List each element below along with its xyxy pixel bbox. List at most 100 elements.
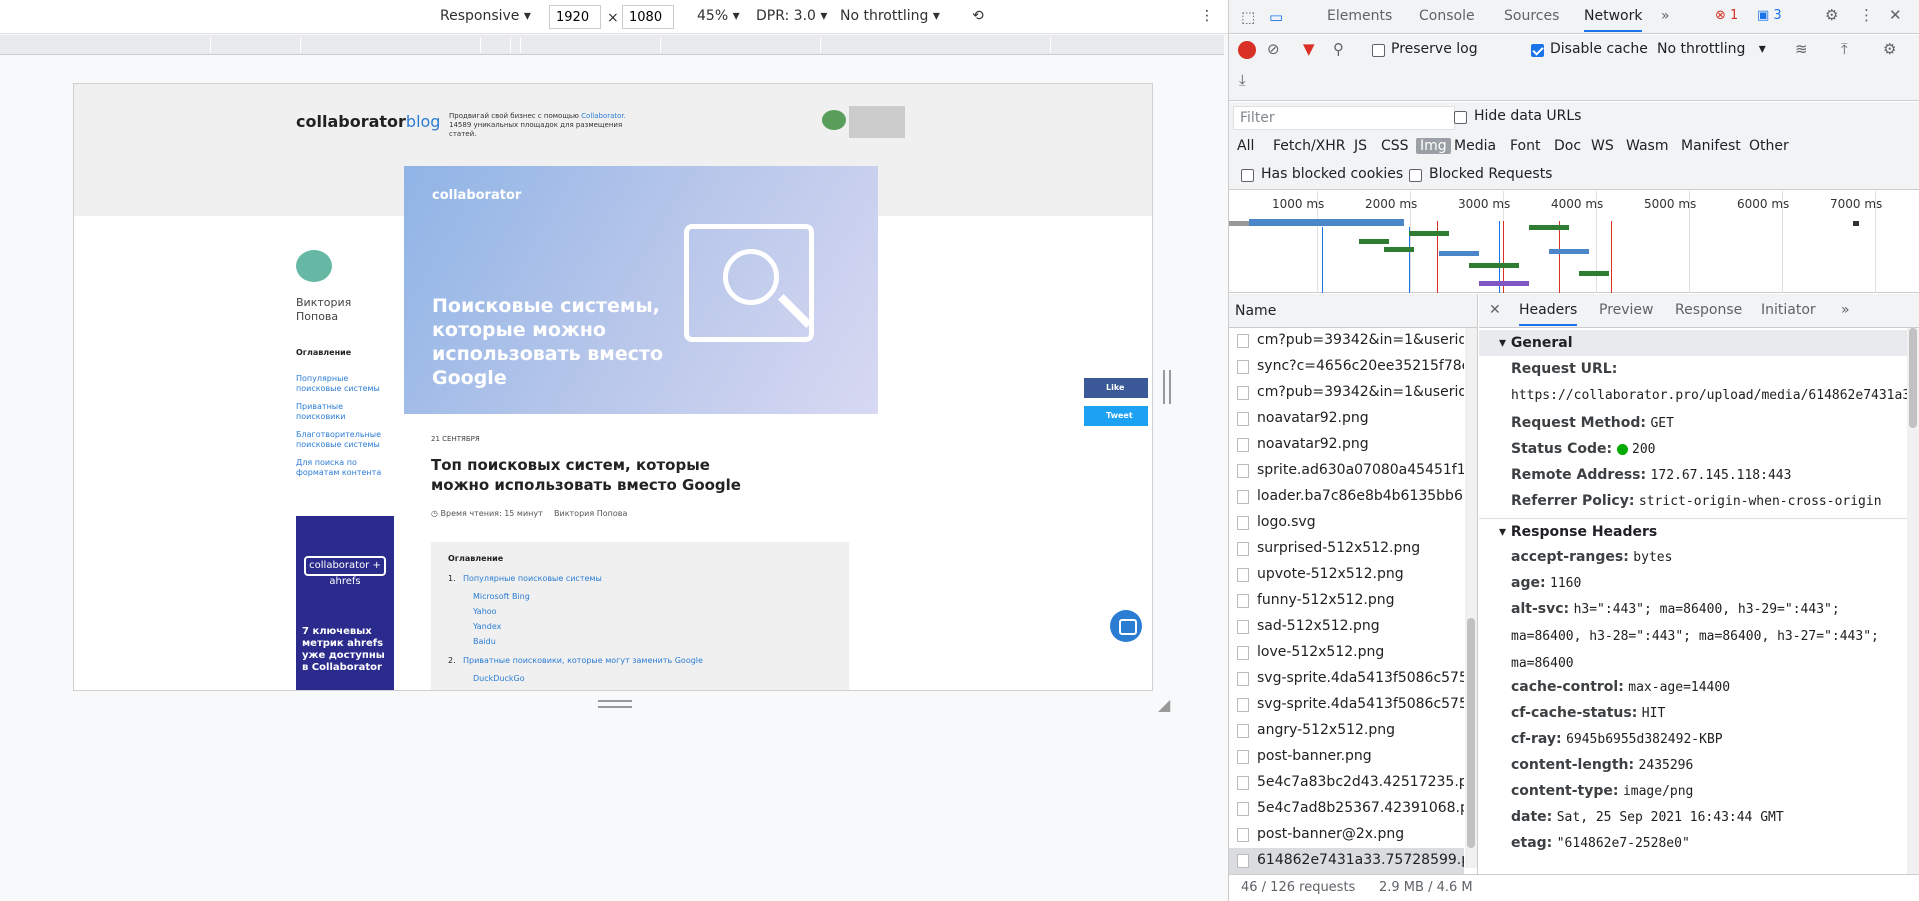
request-list-scrollbar[interactable]: [1465, 328, 1477, 868]
dpr-select[interactable]: DPR: 3.0 ▾: [756, 8, 827, 24]
device-toggle-icon[interactable]: ▭: [1269, 8, 1283, 26]
width-input[interactable]: [549, 5, 601, 29]
height-input[interactable]: [622, 5, 674, 29]
rotate-icon[interactable]: ⟲: [972, 8, 984, 24]
inspect-element-icon[interactable]: ⬚: [1241, 8, 1255, 26]
facebook-like-button[interactable]: Like: [1084, 378, 1148, 398]
throttling-select[interactable]: No throttling ▾: [1657, 41, 1766, 57]
network-conditions-icon[interactable]: ≋: [1795, 40, 1808, 58]
type-filter-img[interactable]: Img: [1416, 138, 1451, 154]
media-query-ruler[interactable]: [0, 35, 1224, 55]
request-row[interactable]: logo.svg: [1229, 510, 1464, 536]
preserve-log-checkbox[interactable]: [1372, 44, 1385, 57]
type-filter-font[interactable]: Font: [1510, 138, 1540, 154]
more-options-icon[interactable]: ⋮: [1200, 8, 1214, 24]
request-row[interactable]: angry-512x512.png: [1229, 718, 1464, 744]
request-row[interactable]: noavatar92.png: [1229, 432, 1464, 458]
request-row[interactable]: cm?pub=39342&in=1&userid: [1229, 328, 1464, 354]
request-row[interactable]: svg-sprite.4da5413f5086c575.: [1229, 666, 1464, 692]
toc-subitem[interactable]: Yandex: [473, 622, 501, 631]
request-row[interactable]: sad-512x512.png: [1229, 614, 1464, 640]
tab-network[interactable]: Network: [1584, 8, 1643, 32]
article-author[interactable]: Виктория Попова: [554, 509, 627, 518]
type-filter-doc[interactable]: Doc: [1554, 138, 1581, 154]
sidebar-toc-item[interactable]: Популярные поисковые системы: [296, 374, 391, 394]
blog-logo[interactable]: collaboratorblog: [296, 112, 440, 131]
tab-response[interactable]: Response: [1675, 302, 1742, 318]
resize-handle-right[interactable]: [1163, 370, 1171, 404]
request-row[interactable]: post-banner@2x.png: [1229, 822, 1464, 848]
request-row[interactable]: 614862e7431a33.75728599.pr: [1229, 848, 1464, 874]
network-timeline[interactable]: 1000 ms 2000 ms 3000 ms 4000 ms 5000 ms …: [1229, 191, 1919, 293]
errors-badge[interactable]: ⊗ 1: [1715, 8, 1738, 23]
more-detail-tabs-icon[interactable]: »: [1841, 302, 1850, 318]
request-row[interactable]: cm?pub=39342&in=1&userid: [1229, 380, 1464, 406]
request-row[interactable]: love-512x512.png: [1229, 640, 1464, 666]
sidebar-toc-item[interactable]: Приватные поисковики: [296, 402, 391, 422]
search-icon[interactable]: ⚲: [1333, 40, 1344, 58]
tab-initiator[interactable]: Initiator: [1761, 302, 1816, 318]
tab-elements[interactable]: Elements: [1327, 8, 1392, 24]
close-devtools-icon[interactable]: ✕: [1889, 6, 1902, 24]
user-avatar[interactable]: [822, 110, 846, 130]
throttle-select[interactable]: No throttling ▾: [840, 8, 940, 24]
tweet-button[interactable]: Tweet: [1084, 406, 1148, 426]
blocked-cookies-checkbox[interactable]: [1241, 169, 1254, 182]
request-row[interactable]: loader.ba7c86e8b4b6135bb6: [1229, 484, 1464, 510]
response-headers-section-header[interactable]: ▾ Response Headers: [1479, 518, 1919, 544]
type-filter-ws[interactable]: WS: [1591, 138, 1614, 154]
tab-console[interactable]: Console: [1419, 8, 1475, 24]
type-filter-css[interactable]: CSS: [1381, 138, 1409, 154]
request-row[interactable]: surprised-512x512.png: [1229, 536, 1464, 562]
disable-cache-checkbox[interactable]: [1531, 44, 1544, 57]
record-icon[interactable]: [1238, 41, 1256, 59]
request-row[interactable]: sync?c=4656c20ee35215f78e9: [1229, 354, 1464, 380]
ahrefs-ad-banner[interactable]: collaborator + ahrefs 7 ключевых метрик …: [296, 516, 394, 690]
type-filter-other[interactable]: Other: [1749, 138, 1789, 154]
sidebar-toc-item[interactable]: Благотворительные поисковые системы: [296, 430, 391, 450]
type-filter-fetch[interactable]: Fetch/XHR: [1273, 138, 1346, 154]
toc-item[interactable]: Популярные поисковые системы: [463, 574, 602, 583]
network-settings-icon[interactable]: ⚙: [1883, 40, 1896, 58]
toc-subitem[interactable]: Microsoft Bing: [473, 592, 530, 601]
toc-subitem[interactable]: Baidu: [473, 637, 496, 646]
name-column-header[interactable]: Name: [1229, 294, 1477, 328]
resize-corner-icon[interactable]: ◢: [1158, 695, 1170, 714]
export-har-icon[interactable]: ⤓: [1239, 71, 1246, 89]
author-name[interactable]: Виктория Попова: [296, 296, 376, 324]
details-scrollbar[interactable]: [1907, 328, 1919, 874]
toc-subitem[interactable]: Yahoo: [473, 607, 497, 616]
request-row[interactable]: post-banner.png: [1229, 744, 1464, 770]
request-row[interactable]: svg-sprite.4da5413f5086c575.: [1229, 692, 1464, 718]
filter-input[interactable]: Filter: [1233, 106, 1455, 130]
promo-link[interactable]: Collaborator.: [581, 112, 626, 120]
settings-icon[interactable]: ⚙: [1825, 6, 1838, 24]
zoom-select[interactable]: 45% ▾: [697, 8, 740, 24]
request-row[interactable]: 5e4c7ad8b25367.42391068.pr: [1229, 796, 1464, 822]
tab-sources[interactable]: Sources: [1504, 8, 1559, 24]
page-viewport[interactable]: collaboratorblog Продвигай свой бизнес с…: [73, 83, 1153, 691]
request-row[interactable]: sprite.ad630a07080a45451f13: [1229, 458, 1464, 484]
request-row[interactable]: upvote-512x512.png: [1229, 562, 1464, 588]
more-tabs-icon[interactable]: »: [1661, 8, 1670, 24]
type-filter-manifest[interactable]: Manifest: [1681, 138, 1741, 154]
import-har-icon[interactable]: ⤒: [1841, 40, 1848, 58]
blocked-requests-checkbox[interactable]: [1409, 169, 1422, 182]
messages-badge[interactable]: ▣ 3: [1757, 8, 1782, 23]
request-row[interactable]: noavatar92.png: [1229, 406, 1464, 432]
tab-preview[interactable]: Preview: [1599, 302, 1654, 318]
hide-data-urls-checkbox[interactable]: [1454, 111, 1467, 124]
resize-handle-bottom[interactable]: [598, 700, 632, 708]
request-row[interactable]: funny-512x512.png: [1229, 588, 1464, 614]
type-filter-all[interactable]: All: [1237, 138, 1254, 154]
filter-icon[interactable]: ▼: [1303, 40, 1315, 58]
general-section-header[interactable]: ▾ General: [1479, 330, 1919, 356]
more-options-icon[interactable]: ⋮: [1859, 6, 1874, 24]
request-row[interactable]: 5e4c7a83bc2d43.42517235.pr: [1229, 770, 1464, 796]
toc-subitem[interactable]: DuckDuckGo: [473, 674, 525, 683]
sidebar-toc-item[interactable]: Для поиска по форматам контента: [296, 458, 391, 478]
type-filter-js[interactable]: JS: [1354, 138, 1367, 154]
clear-icon[interactable]: ⊘: [1267, 40, 1280, 58]
toc-item[interactable]: Приватные поисковики, которые могут заме…: [463, 656, 703, 665]
author-avatar[interactable]: [296, 250, 332, 282]
